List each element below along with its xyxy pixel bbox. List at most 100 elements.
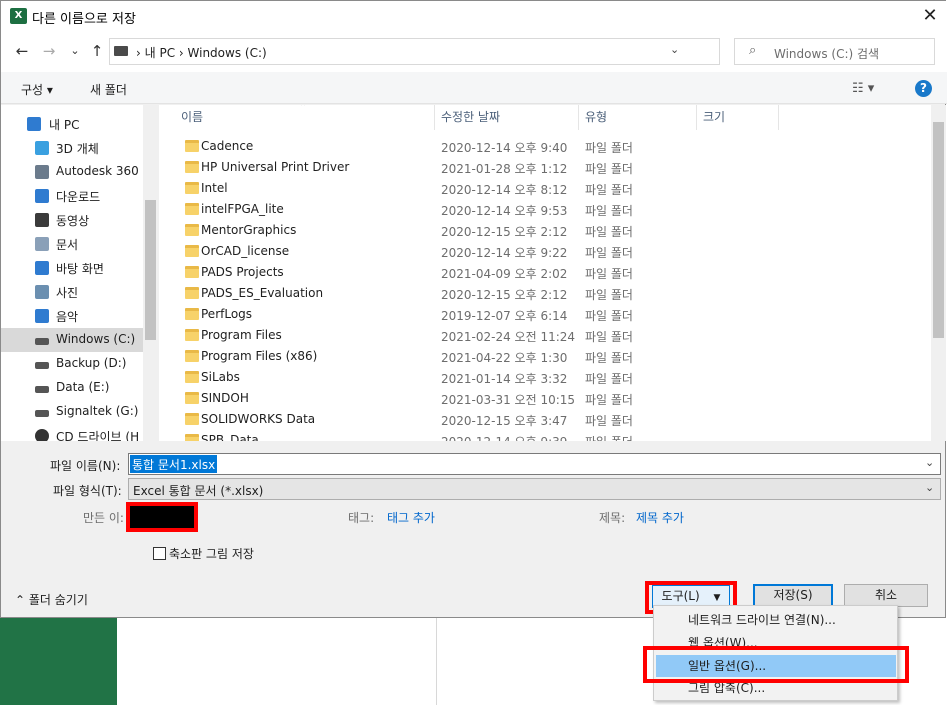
sidebar-item-label: Backup (D:) bbox=[56, 356, 127, 370]
up-arrow-icon[interactable]: ↑ bbox=[87, 41, 107, 61]
file-date: 2019-12-07 오후 6:14 bbox=[441, 309, 568, 323]
sidebar-item[interactable]: CD 드라이브 (H bbox=[1, 424, 143, 441]
author-redacted-field[interactable] bbox=[126, 502, 198, 532]
file-name: SINDOH bbox=[201, 391, 249, 405]
drive-icon bbox=[35, 338, 49, 345]
save-thumbnail-checkbox[interactable] bbox=[153, 547, 166, 560]
file-date: 2020-12-14 오후 9:40 bbox=[441, 141, 568, 155]
document-icon bbox=[35, 237, 49, 251]
column-header-type[interactable]: 유형 bbox=[579, 105, 697, 130]
sidebar-item[interactable]: Signaltek (G:) bbox=[1, 400, 143, 424]
sidebar-item-label: Windows (C:) bbox=[56, 332, 136, 346]
folder-icon bbox=[185, 350, 199, 362]
sidebar-item[interactable]: 바탕 화면 bbox=[1, 256, 143, 280]
cancel-button[interactable]: 취소 bbox=[844, 584, 928, 607]
file-row[interactable]: HP Universal Print Driver 2021-01-28 오후 1… bbox=[159, 157, 931, 178]
hide-folders-toggle[interactable]: ⌃ 폴더 숨기기 bbox=[15, 591, 88, 608]
sidebar-item[interactable]: 3D 개체 bbox=[1, 136, 143, 160]
sidebar-item[interactable]: 동영상 bbox=[1, 208, 143, 232]
navigation-bar: ← → ⌄ ↑ › 내 PC › Windows (C:) ⌄ ↻ ⌕ Wind… bbox=[1, 32, 947, 72]
file-row[interactable]: Cadence 2020-12-14 오후 9:40 파일 폴더 bbox=[159, 136, 931, 157]
file-date: 2021-03-31 오전 10:15 bbox=[441, 393, 576, 407]
filetype-select[interactable]: Excel 통합 문서 (*.xlsx) ⌄ bbox=[128, 478, 941, 500]
organize-button[interactable]: 구성 ▾ bbox=[21, 81, 53, 98]
chevron-down-icon[interactable]: ⌄ bbox=[925, 481, 934, 494]
sidebar-item[interactable]: 음악 bbox=[1, 304, 143, 328]
help-icon[interactable]: ? bbox=[915, 80, 932, 97]
file-row[interactable]: SINDOH 2021-03-31 오전 10:15 파일 폴더 bbox=[159, 388, 931, 409]
file-type: 파일 폴더 bbox=[585, 183, 633, 197]
filename-field[interactable]: 통합 문서1.xlsx ⌄ bbox=[128, 453, 941, 475]
cloud-icon bbox=[35, 165, 49, 179]
download-icon bbox=[35, 189, 49, 203]
close-icon[interactable]: ✕ bbox=[915, 4, 945, 28]
file-row[interactable]: Intel 2020-12-14 오후 8:12 파일 폴더 bbox=[159, 178, 931, 199]
file-scrollbar-thumb[interactable] bbox=[933, 122, 944, 338]
new-folder-button[interactable]: 새 폴더 bbox=[90, 81, 127, 98]
file-row[interactable]: PerfLogs 2019-12-07 오후 6:14 파일 폴더 bbox=[159, 304, 931, 325]
search-icon: ⌕ bbox=[749, 43, 757, 58]
recent-locations-icon[interactable]: ⌄ bbox=[65, 41, 85, 61]
file-type: 파일 폴더 bbox=[585, 225, 633, 239]
file-row[interactable]: MentorGraphics 2020-12-15 오후 2:12 파일 폴더 bbox=[159, 220, 931, 241]
file-name: MentorGraphics bbox=[201, 223, 297, 237]
file-row[interactable]: SPB_Data 2020-12-14 오후 9:39 파일 폴더 bbox=[159, 430, 931, 441]
menu-item-map-network-drive[interactable]: 네트워크 드라이브 연결(N)... bbox=[656, 609, 896, 631]
address-bar[interactable]: › 내 PC › Windows (C:) ⌄ ↻ bbox=[109, 38, 816, 65]
sidebar-item[interactable]: 내 PC bbox=[1, 112, 143, 136]
file-type: 파일 폴더 bbox=[585, 372, 633, 386]
sidebar-item[interactable]: Data (E:) bbox=[1, 376, 143, 400]
save-thumbnail-label[interactable]: 축소판 그림 저장 bbox=[169, 545, 254, 562]
file-row[interactable]: Program Files (x86) 2021-04-22 오후 1:30 파일 … bbox=[159, 346, 931, 367]
folder-icon bbox=[185, 161, 199, 173]
file-date: 2020-12-14 오후 8:12 bbox=[441, 183, 568, 197]
pc-icon bbox=[114, 46, 128, 56]
file-date: 2021-02-24 오전 11:24 bbox=[441, 330, 576, 344]
view-options-icon[interactable]: ☷ ▾ bbox=[852, 81, 874, 96]
file-row[interactable]: OrCAD_license 2020-12-14 오후 9:22 파일 폴더 bbox=[159, 241, 931, 262]
file-date: 2021-01-14 오후 3:32 bbox=[441, 372, 568, 386]
file-date: 2021-04-09 오후 2:02 bbox=[441, 267, 568, 281]
file-name: Cadence bbox=[201, 139, 254, 153]
file-row[interactable]: intelFPGA_lite 2020-12-14 오후 9:53 파일 폴더 bbox=[159, 199, 931, 220]
filename-value[interactable]: 통합 문서1.xlsx bbox=[130, 455, 218, 473]
sidebar-item[interactable]: Backup (D:) bbox=[1, 352, 143, 376]
file-name: PADS_ES_Evaluation bbox=[201, 286, 324, 300]
back-arrow-icon[interactable]: ← bbox=[12, 41, 32, 61]
title-label: 제목: bbox=[599, 511, 626, 525]
sidebar-item[interactable]: Autodesk 360 bbox=[1, 160, 143, 184]
file-row[interactable]: SiLabs 2021-01-14 오후 3:32 파일 폴더 bbox=[159, 367, 931, 388]
sidebar-item[interactable]: Windows (C:) bbox=[1, 328, 143, 352]
column-header-modified[interactable]: 수정한 날짜 bbox=[435, 105, 579, 130]
file-name: SOLIDWORKS Data bbox=[201, 412, 316, 426]
file-name: SiLabs bbox=[201, 370, 240, 384]
file-row[interactable]: PADS_ES_Evaluation 2020-12-15 오후 2:12 파일 폴… bbox=[159, 283, 931, 304]
file-name: PADS Projects bbox=[201, 265, 284, 279]
sidebar-item[interactable]: 문서 bbox=[1, 232, 143, 256]
file-row[interactable]: SOLIDWORKS Data 2020-12-15 오후 3:47 파일 폴더 bbox=[159, 409, 931, 430]
add-tags-link[interactable]: 태그 추가 bbox=[387, 509, 435, 526]
chevron-down-icon[interactable]: ⌄ bbox=[670, 43, 679, 56]
breadcrumb[interactable]: › 내 PC › Windows (C:) bbox=[136, 44, 267, 61]
file-row[interactable]: PADS Projects 2021-04-09 오후 2:02 파일 폴더 bbox=[159, 262, 931, 283]
filetype-label: 파일 형식(T): bbox=[53, 484, 122, 498]
add-title-link[interactable]: 제목 추가 bbox=[636, 509, 684, 526]
file-name: Program Files (x86) bbox=[201, 349, 318, 363]
nav-scrollbar-thumb[interactable] bbox=[145, 200, 156, 340]
folder-icon bbox=[185, 140, 199, 152]
title-bar: X 다른 이름으로 저장 ✕ bbox=[1, 1, 947, 32]
folder-icon bbox=[185, 392, 199, 404]
forward-arrow-icon[interactable]: → bbox=[39, 41, 59, 61]
dialog-title: 다른 이름으로 저장 bbox=[32, 12, 136, 27]
folder-icon bbox=[185, 266, 199, 278]
file-date: 2020-12-15 오후 3:47 bbox=[441, 414, 568, 428]
search-input[interactable]: ⌕ Windows (C:) 검색 bbox=[734, 38, 935, 65]
file-date: 2020-12-15 오후 2:12 bbox=[441, 225, 568, 239]
column-header-size[interactable]: 크기 bbox=[697, 105, 779, 130]
picture-icon bbox=[35, 285, 49, 299]
file-row[interactable]: Program Files 2021-02-24 오전 11:24 파일 폴더 bbox=[159, 325, 931, 346]
folder-icon bbox=[185, 413, 199, 425]
sidebar-item[interactable]: 다운로드 bbox=[1, 184, 143, 208]
sidebar-item[interactable]: 사진 bbox=[1, 280, 143, 304]
chevron-down-icon[interactable]: ⌄ bbox=[925, 456, 934, 469]
